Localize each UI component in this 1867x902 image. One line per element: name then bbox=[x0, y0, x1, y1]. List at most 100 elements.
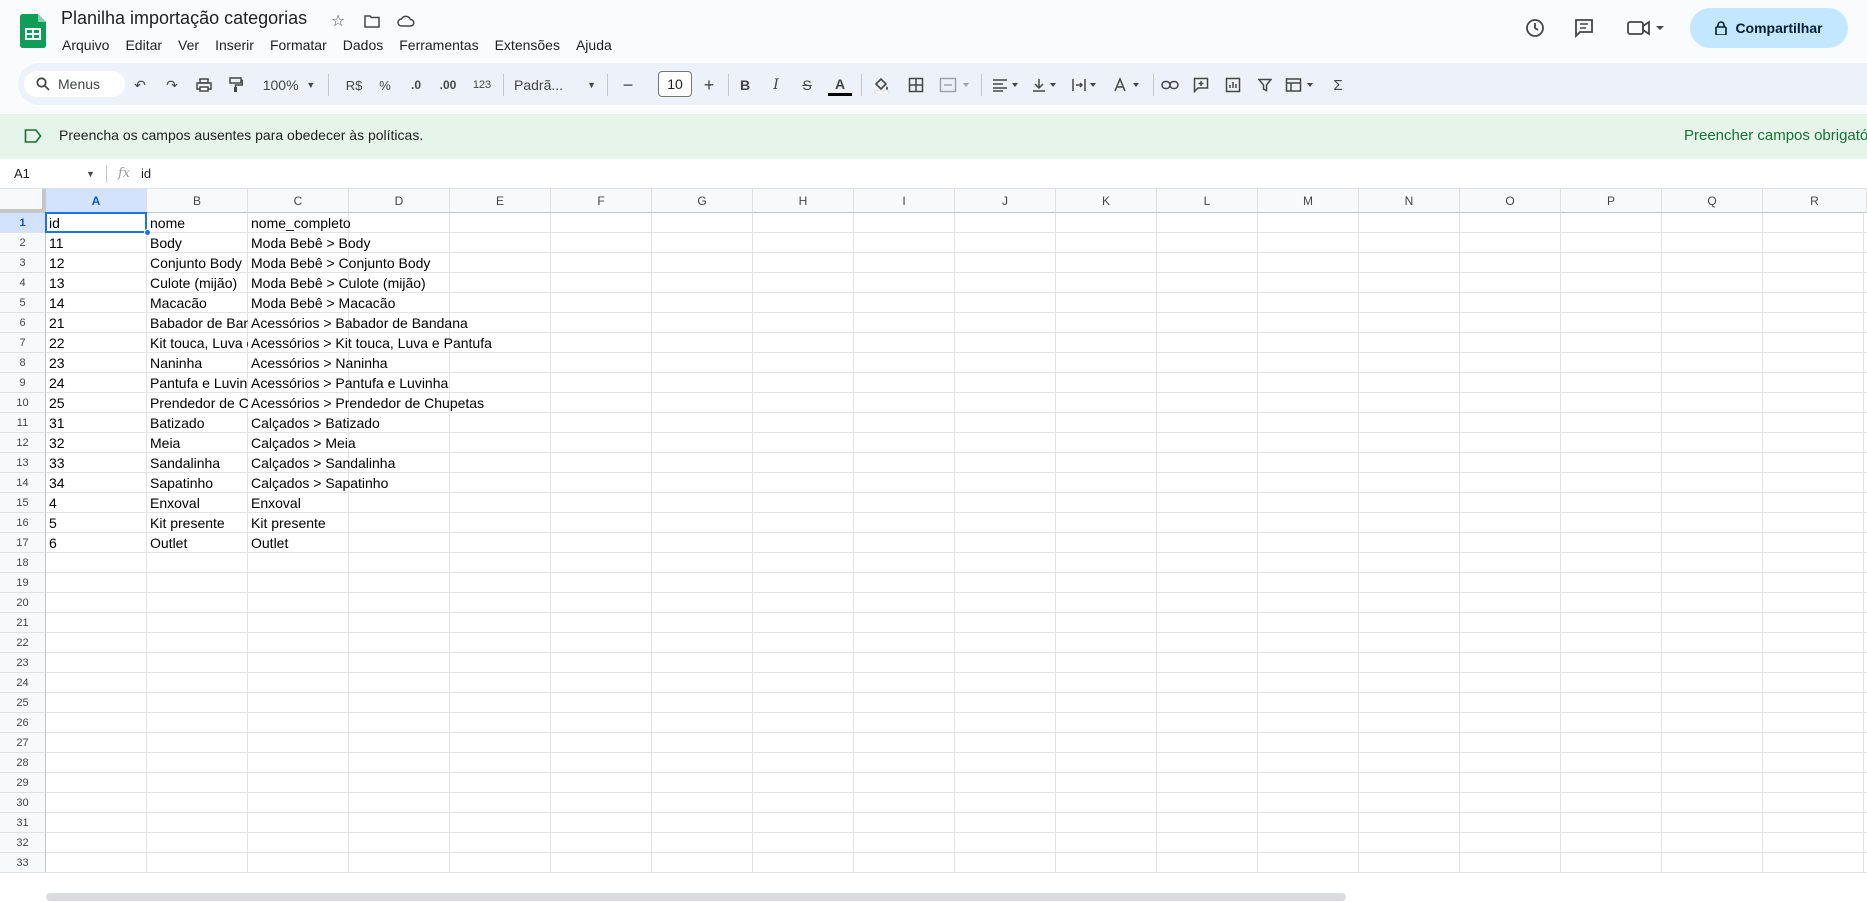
row-header[interactable]: 13 bbox=[0, 453, 46, 473]
insert-comment-icon[interactable] bbox=[1191, 74, 1211, 96]
column-header-j[interactable]: J bbox=[955, 189, 1056, 213]
cell-b8[interactable]: Naninha bbox=[147, 353, 248, 373]
cell-b13[interactable]: Sandalinha bbox=[147, 453, 248, 473]
column-header-l[interactable]: L bbox=[1157, 189, 1258, 213]
menu-search[interactable]: Menus bbox=[24, 71, 125, 97]
row-header[interactable]: 14 bbox=[0, 473, 46, 493]
column-header-k[interactable]: K bbox=[1056, 189, 1157, 213]
menu-formatar[interactable]: Formatar bbox=[262, 35, 335, 55]
row-header[interactable]: 11 bbox=[0, 413, 46, 433]
row-header[interactable]: 9 bbox=[0, 373, 46, 393]
cell-b6[interactable]: Babador de Bandana bbox=[147, 313, 248, 333]
menu-ver[interactable]: Ver bbox=[170, 35, 207, 55]
cell-a8[interactable]: 23 bbox=[46, 353, 147, 373]
cell-b11[interactable]: Batizado bbox=[147, 413, 248, 433]
row-header[interactable]: 3 bbox=[0, 253, 46, 273]
functions-button[interactable]: Σ bbox=[1328, 74, 1348, 96]
row-header[interactable]: 5 bbox=[0, 293, 46, 313]
row-header[interactable]: 28 bbox=[0, 753, 46, 773]
cell-b9[interactable]: Pantufa e Luvinha bbox=[147, 373, 248, 393]
row-header[interactable]: 20 bbox=[0, 593, 46, 613]
cell-c8[interactable]: Acessórios > Naninha bbox=[248, 353, 388, 373]
font-select[interactable]: Padrã... ▼ bbox=[514, 74, 596, 96]
increase-decimal-button[interactable]: .00 bbox=[436, 74, 460, 96]
increase-font-size-button[interactable]: + bbox=[699, 74, 719, 96]
cell-a3[interactable]: 12 bbox=[46, 253, 147, 273]
comments-icon[interactable] bbox=[1571, 15, 1597, 41]
cell-a13[interactable]: 33 bbox=[46, 453, 147, 473]
cell-c4[interactable]: Moda Bebê > Culote (mijão) bbox=[248, 273, 426, 293]
cell-c16[interactable]: Kit presente bbox=[248, 513, 349, 533]
decrease-decimal-button[interactable]: .0 bbox=[406, 74, 426, 96]
column-header-o[interactable]: O bbox=[1460, 189, 1561, 213]
row-header[interactable]: 30 bbox=[0, 793, 46, 813]
cell-c11[interactable]: Calçados > Batizado bbox=[248, 413, 380, 433]
chevron-down-icon[interactable]: ▼ bbox=[86, 169, 95, 179]
filter-views-icon[interactable] bbox=[1284, 74, 1318, 96]
cell-a17[interactable]: 6 bbox=[46, 533, 147, 553]
merge-cells-icon[interactable] bbox=[938, 74, 972, 96]
filter-icon[interactable] bbox=[1255, 74, 1275, 96]
zoom-select[interactable]: 100% ▼ bbox=[260, 74, 318, 96]
row-header[interactable]: 17 bbox=[0, 533, 46, 553]
paint-format-icon[interactable] bbox=[226, 74, 246, 96]
cell-b16[interactable]: Kit presente bbox=[147, 513, 248, 533]
document-title[interactable]: Planilha importação categorias bbox=[61, 8, 307, 29]
text-color-button[interactable]: A bbox=[828, 74, 852, 96]
row-header[interactable]: 29 bbox=[0, 773, 46, 793]
cell-c9[interactable]: Acessórios > Pantufa e Luvinha bbox=[248, 373, 448, 393]
insert-link-icon[interactable] bbox=[1160, 74, 1180, 96]
align-left-icon[interactable] bbox=[991, 74, 1021, 96]
cell-c10[interactable]: Acessórios > Prendedor de Chupetas bbox=[248, 393, 484, 413]
strikethrough-button[interactable]: S bbox=[797, 74, 817, 96]
cell-a6[interactable]: 21 bbox=[46, 313, 147, 333]
row-header[interactable]: 27 bbox=[0, 733, 46, 753]
cloud-saved-icon[interactable] bbox=[395, 10, 417, 32]
text-wrap-icon[interactable] bbox=[1071, 74, 1101, 96]
fill-color-icon[interactable] bbox=[870, 74, 894, 96]
redo-icon[interactable]: ↷ bbox=[162, 74, 182, 96]
cell-a7[interactable]: 22 bbox=[46, 333, 147, 353]
column-header-p[interactable]: P bbox=[1561, 189, 1662, 213]
cell-a16[interactable]: 5 bbox=[46, 513, 147, 533]
cell-b17[interactable]: Outlet bbox=[147, 533, 248, 553]
cell-c5[interactable]: Moda Bebê > Macacão bbox=[248, 293, 395, 313]
cell-a11[interactable]: 31 bbox=[46, 413, 147, 433]
font-size-input[interactable]: 10 bbox=[658, 71, 692, 97]
cell-a4[interactable]: 13 bbox=[46, 273, 147, 293]
column-header-n[interactable]: N bbox=[1359, 189, 1460, 213]
row-header[interactable]: 1 bbox=[0, 213, 46, 233]
row-header[interactable]: 33 bbox=[0, 853, 46, 873]
menu-ferramentas[interactable]: Ferramentas bbox=[391, 35, 486, 55]
cell-b12[interactable]: Meia bbox=[147, 433, 248, 453]
fill-handle[interactable] bbox=[144, 229, 151, 236]
select-all-corner[interactable] bbox=[0, 189, 46, 213]
cell-a2[interactable]: 11 bbox=[46, 233, 147, 253]
row-header[interactable]: 24 bbox=[0, 673, 46, 693]
row-header[interactable]: 10 bbox=[0, 393, 46, 413]
version-history-icon[interactable] bbox=[1522, 15, 1548, 41]
cell-c1[interactable]: nome_completo bbox=[248, 213, 351, 233]
cell-b7[interactable]: Kit touca, Luva e Pantufa bbox=[147, 333, 248, 353]
cell-c3[interactable]: Moda Bebê > Conjunto Body bbox=[248, 253, 430, 273]
spreadsheet-grid[interactable]: ABCDEFGHIJKLMNOPQR 1 2 3 4 5 6 7 8 9 10 11 12 13 14 15… bbox=[0, 189, 1867, 902]
column-header-e[interactable]: E bbox=[450, 189, 551, 213]
bold-button[interactable]: B bbox=[735, 74, 755, 96]
cell-c2[interactable]: Moda Bebê > Body bbox=[248, 233, 370, 253]
menu-editar[interactable]: Editar bbox=[117, 35, 170, 55]
row-header[interactable]: 23 bbox=[0, 653, 46, 673]
text-rotation-icon[interactable] bbox=[1112, 74, 1144, 96]
column-header-q[interactable]: Q bbox=[1662, 189, 1763, 213]
formula-input[interactable]: id bbox=[141, 166, 151, 181]
number-format-button[interactable]: 123 bbox=[470, 74, 494, 96]
row-header[interactable]: 6 bbox=[0, 313, 46, 333]
row-header[interactable]: 19 bbox=[0, 573, 46, 593]
vertical-align-icon[interactable] bbox=[1031, 74, 1061, 96]
move-folder-icon[interactable] bbox=[361, 10, 383, 32]
column-header-d[interactable]: D bbox=[349, 189, 450, 213]
menu-extensoes[interactable]: Extensões bbox=[487, 35, 568, 55]
decrease-font-size-button[interactable]: − bbox=[618, 74, 638, 96]
cell-c7[interactable]: Acessórios > Kit touca, Luva e Pantufa bbox=[248, 333, 492, 353]
row-header[interactable]: 31 bbox=[0, 813, 46, 833]
undo-icon[interactable]: ↶ bbox=[130, 74, 150, 96]
